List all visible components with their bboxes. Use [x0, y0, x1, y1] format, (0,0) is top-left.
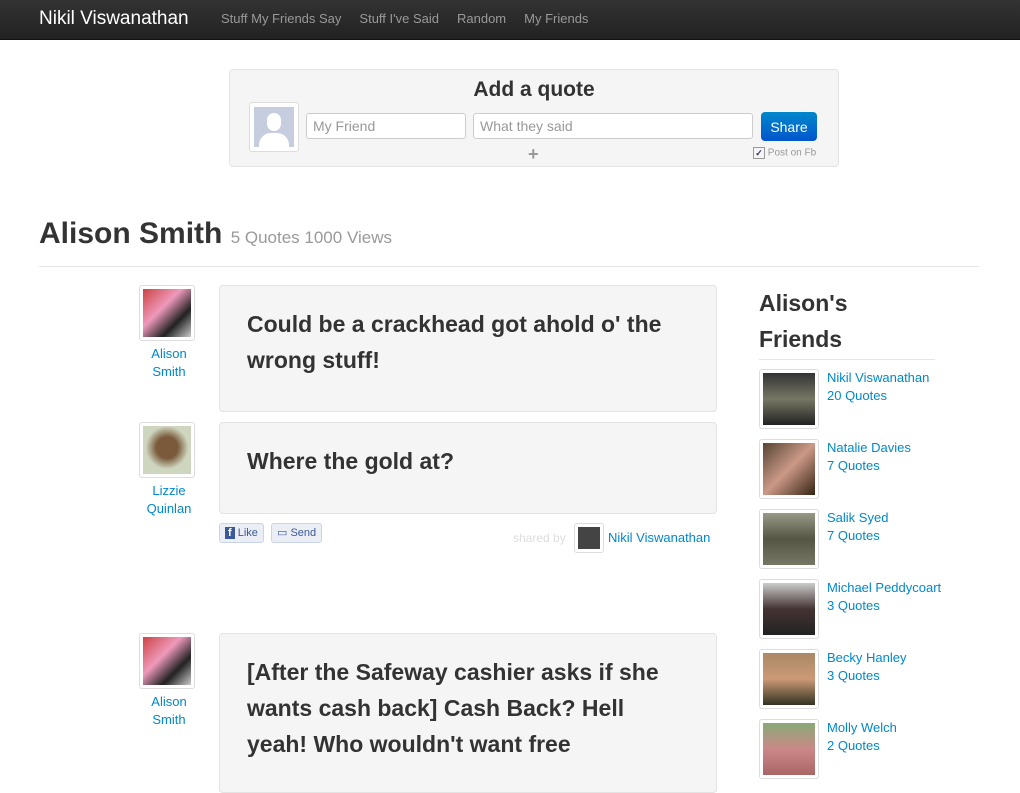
friend-quote-count[interactable]: 3 Quotes: [827, 598, 880, 613]
quote-author[interactable]: Alison Smith: [139, 345, 199, 381]
quote-author[interactable]: Alison Smith: [139, 693, 199, 729]
friends-title: Alison's Friends: [759, 285, 935, 360]
add-quote-panel: Add a quote Share + ✓ Post on Fb: [229, 69, 839, 167]
friend-name[interactable]: Salik Syed: [827, 510, 888, 525]
nav-friends-say[interactable]: Stuff My Friends Say: [221, 11, 341, 26]
fb-send-button[interactable]: ▭ Send: [271, 523, 323, 543]
quote-author[interactable]: Lizzie Quinlan: [139, 482, 199, 518]
add-quote-title: Add a quote: [473, 78, 595, 101]
brand-link[interactable]: Nikil Viswanathan: [39, 8, 189, 30]
friend-quote-count[interactable]: 2 Quotes: [827, 738, 880, 753]
friend-avatar[interactable]: [759, 649, 819, 709]
friend-quote-count[interactable]: 20 Quotes: [827, 388, 887, 403]
nav-ive-said[interactable]: Stuff I've Said: [359, 11, 439, 26]
friend-item[interactable]: Natalie Davies 7 Quotes: [759, 439, 999, 499]
friend-avatar[interactable]: [759, 439, 819, 499]
checkbox-icon: ✓: [753, 147, 765, 159]
quote-input[interactable]: [473, 113, 753, 139]
quote-card: Where the gold at?: [219, 422, 717, 514]
friend-item[interactable]: Michael Peddycoart 3 Quotes: [759, 579, 999, 639]
share-button[interactable]: Share: [761, 112, 817, 141]
friend-avatar[interactable]: [759, 369, 819, 429]
navbar: Nikil Viswanathan Stuff My Friends Say St…: [0, 0, 1020, 40]
post-on-fb-label: Post on Fb: [767, 147, 817, 159]
friend-quote-count[interactable]: 7 Quotes: [827, 458, 880, 473]
nav-random[interactable]: Random: [457, 11, 506, 26]
friend-quote-count[interactable]: 3 Quotes: [827, 668, 880, 683]
profile-header: Alison Smith 5 Quotes 1000 Views: [39, 217, 392, 251]
fb-like-button[interactable]: f Like: [219, 523, 264, 543]
profile-name: Alison Smith: [39, 217, 223, 250]
friend-name[interactable]: Molly Welch: [827, 720, 897, 735]
avatar[interactable]: [139, 422, 195, 478]
avatar[interactable]: [139, 633, 195, 689]
friend-name[interactable]: Nikil Viswanathan: [827, 370, 929, 385]
friend-item[interactable]: Becky Hanley 3 Quotes: [759, 649, 999, 709]
friend-name[interactable]: Becky Hanley: [827, 650, 906, 665]
friend-quote-count[interactable]: 7 Quotes: [827, 528, 880, 543]
quote-card: Could be a crackhead got ahold o' the wr…: [219, 285, 717, 412]
friend-name[interactable]: Michael Peddycoart: [827, 580, 941, 595]
avatar[interactable]: [139, 285, 195, 341]
shared-by-label: shared by: [513, 531, 566, 545]
friend-item[interactable]: Salik Syed 7 Quotes: [759, 509, 999, 569]
sharer-avatar[interactable]: [574, 523, 604, 553]
friend-avatar[interactable]: [759, 579, 819, 639]
add-more-icon[interactable]: +: [528, 144, 539, 165]
profile-stats: 5 Quotes 1000 Views: [230, 228, 392, 247]
nav-my-friends[interactable]: My Friends: [524, 11, 588, 26]
facebook-icon: f: [225, 527, 235, 539]
friend-avatar-placeholder: [249, 102, 299, 152]
friend-item[interactable]: Nikil Viswanathan 20 Quotes: [759, 369, 999, 429]
friend-item[interactable]: Molly Welch 2 Quotes: [759, 719, 999, 779]
person-icon: [254, 107, 294, 147]
friend-avatar[interactable]: [759, 509, 819, 569]
sharer-link[interactable]: Nikil Viswanathan: [608, 530, 710, 545]
friend-input[interactable]: [306, 113, 466, 139]
post-on-fb-checkbox[interactable]: ✓ Post on Fb: [753, 147, 816, 159]
send-icon: ▭: [277, 527, 288, 539]
divider: [39, 266, 979, 267]
friend-avatar[interactable]: [759, 719, 819, 779]
quote-card: [After the Safeway cashier asks if she w…: [219, 633, 717, 793]
friend-name[interactable]: Natalie Davies: [827, 440, 911, 455]
